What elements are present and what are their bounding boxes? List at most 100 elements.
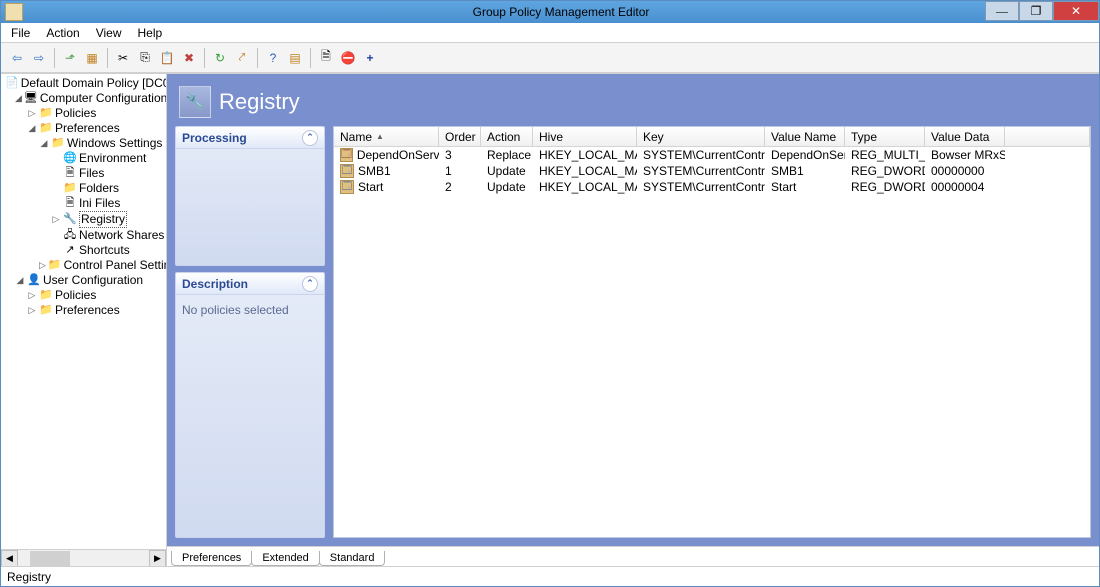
tree-label: Policies bbox=[55, 288, 96, 303]
expand-icon[interactable]: ▷ bbox=[51, 215, 61, 225]
back-button[interactable]: ⇦ bbox=[7, 48, 27, 68]
description-body: No policies selected bbox=[176, 295, 324, 537]
forward-button[interactable]: ⇨ bbox=[29, 48, 49, 68]
cell-hive: HKEY_LOCAL_MAC... bbox=[533, 164, 637, 178]
chevron-up-icon[interactable]: ⌃ bbox=[302, 130, 318, 146]
refresh-button[interactable]: ↻ bbox=[210, 48, 230, 68]
folder-icon: 📁 bbox=[39, 289, 53, 303]
tree-user-preferences[interactable]: ▷📁Preferences bbox=[27, 303, 166, 318]
stop-button[interactable]: ⛔ bbox=[338, 48, 358, 68]
tab-extended[interactable]: Extended bbox=[251, 551, 319, 566]
tab-preferences[interactable]: Preferences bbox=[171, 551, 252, 566]
tree-network-shares[interactable]: 🖧Network Shares bbox=[51, 228, 166, 243]
expand-icon[interactable]: ▷ bbox=[27, 291, 37, 301]
menu-view[interactable]: View bbox=[88, 24, 130, 42]
tree-policies[interactable]: ▷ 📁 Policies bbox=[27, 106, 166, 121]
expand-icon[interactable]: ▷ bbox=[39, 261, 46, 271]
window-controls: — ❐ ✕ bbox=[985, 1, 1099, 23]
expand-icon[interactable]: ▷ bbox=[27, 306, 37, 316]
list-body[interactable]: 🗔DependOnService3ReplaceHKEY_LOCAL_MAC..… bbox=[334, 147, 1090, 537]
copy-button[interactable]: ⎘ bbox=[135, 48, 155, 68]
scroll-thumb[interactable] bbox=[30, 551, 70, 566]
column-label: Name bbox=[340, 130, 372, 144]
column-key[interactable]: Key bbox=[637, 127, 765, 146]
collapse-icon[interactable]: ◢ bbox=[39, 139, 49, 149]
description-header[interactable]: Description ⌃ bbox=[176, 273, 324, 295]
tree-label: User Configuration bbox=[43, 273, 143, 288]
column-spacer bbox=[1005, 127, 1090, 146]
add-button[interactable]: + bbox=[360, 48, 380, 68]
menu-file[interactable]: File bbox=[3, 24, 38, 42]
tree-label: Ini Files bbox=[79, 196, 120, 211]
list-row[interactable]: 🗔Start2UpdateHKEY_LOCAL_MAC...SYSTEM\Cur… bbox=[334, 179, 1090, 195]
tree-registry[interactable]: ▷🔧Registry bbox=[51, 211, 166, 228]
side-panels: Processing ⌃ Description ⌃ No polic bbox=[175, 126, 325, 538]
cell-name: SMB1 bbox=[358, 164, 391, 178]
tree-environment[interactable]: 🌐Environment bbox=[51, 151, 166, 166]
tree-shortcuts[interactable]: ↗Shortcuts bbox=[51, 243, 166, 258]
processing-header[interactable]: Processing ⌃ bbox=[176, 127, 324, 149]
tree-horizontal-scrollbar[interactable]: ◀ ▶ bbox=[1, 549, 166, 566]
tree-folders[interactable]: 📁Folders bbox=[51, 181, 166, 196]
column-action[interactable]: Action bbox=[481, 127, 533, 146]
expand-icon[interactable]: ▷ bbox=[27, 109, 37, 119]
menu-action[interactable]: Action bbox=[38, 24, 87, 42]
properties-button[interactable]: ▤ bbox=[285, 48, 305, 68]
folder-icon: 📁 bbox=[51, 137, 65, 151]
column-value-data[interactable]: Value Data bbox=[925, 127, 1005, 146]
cell-value-data: 00000004 bbox=[925, 180, 1005, 194]
tree-files[interactable]: 🗎Files bbox=[51, 166, 166, 181]
cut-button[interactable]: ✂ bbox=[113, 48, 133, 68]
cell-type: REG_DWORD bbox=[845, 164, 925, 178]
help-button[interactable]: ? bbox=[263, 48, 283, 68]
tree-user-policies[interactable]: ▷📁Policies bbox=[27, 288, 166, 303]
tree-control-panel-settings[interactable]: ▷ 📁 Control Panel Settings bbox=[39, 258, 166, 273]
scroll-left-button[interactable]: ◀ bbox=[1, 550, 18, 567]
tree-user-configuration[interactable]: ◢ 👤 User Configuration bbox=[15, 273, 166, 288]
network-icon: 🖧 bbox=[63, 229, 77, 243]
list-row[interactable]: 🗔SMB11UpdateHKEY_LOCAL_MAC...SYSTEM\Curr… bbox=[334, 163, 1090, 179]
column-hive[interactable]: Hive bbox=[533, 127, 637, 146]
menu-help[interactable]: Help bbox=[130, 24, 171, 42]
folder-up-icon: ⬏ bbox=[65, 51, 75, 65]
column-label: Hive bbox=[539, 130, 563, 144]
list-row[interactable]: 🗔DependOnService3ReplaceHKEY_LOCAL_MAC..… bbox=[334, 147, 1090, 163]
paste-button[interactable]: 📋 bbox=[157, 48, 177, 68]
column-order[interactable]: Order bbox=[439, 127, 481, 146]
document-button[interactable]: 🗎 bbox=[316, 48, 336, 68]
tree-label: Windows Settings bbox=[67, 136, 162, 151]
column-label: Key bbox=[643, 130, 664, 144]
scroll-right-button[interactable]: ▶ bbox=[149, 550, 166, 567]
body: 📄 Default Domain Policy [DC02.C… ◢ 🖥 Com… bbox=[1, 73, 1099, 566]
minimize-button[interactable]: — bbox=[985, 1, 1019, 21]
tree-root[interactable]: 📄 Default Domain Policy [DC02.C… bbox=[3, 76, 166, 91]
tree-computer-configuration[interactable]: ◢ 🖥 Computer Configuration bbox=[15, 91, 166, 106]
up-button[interactable]: ⬏ bbox=[60, 48, 80, 68]
show-hide-tree-button[interactable]: ▦ bbox=[82, 48, 102, 68]
delete-button[interactable]: ✖ bbox=[179, 48, 199, 68]
separator-icon bbox=[107, 48, 108, 68]
tree-windows-settings[interactable]: ◢ 📁 Windows Settings bbox=[39, 136, 166, 151]
tree-label: Network Shares bbox=[79, 228, 164, 243]
delete-icon: ✖ bbox=[184, 51, 194, 65]
collapse-icon[interactable]: ◢ bbox=[27, 124, 37, 134]
close-button[interactable]: ✕ bbox=[1053, 1, 1099, 21]
cell-key: SYSTEM\CurrentControlS... bbox=[637, 148, 765, 162]
console-tree[interactable]: 📄 Default Domain Policy [DC02.C… ◢ 🖥 Com… bbox=[1, 74, 166, 549]
column-type[interactable]: Type bbox=[845, 127, 925, 146]
column-label: Value Data bbox=[931, 130, 989, 144]
tab-standard[interactable]: Standard bbox=[319, 551, 386, 566]
collapse-icon[interactable]: ◢ bbox=[15, 94, 22, 104]
cell-action: Update bbox=[481, 180, 533, 194]
cell-name: Start bbox=[358, 180, 383, 194]
tree-ini-files[interactable]: 🗎Ini Files bbox=[51, 196, 166, 211]
scroll-track[interactable] bbox=[18, 551, 149, 566]
column-name[interactable]: Name▲ bbox=[334, 127, 439, 146]
column-value-name[interactable]: Value Name bbox=[765, 127, 845, 146]
collapse-icon[interactable]: ◢ bbox=[15, 276, 25, 286]
chevron-up-icon[interactable]: ⌃ bbox=[302, 276, 318, 292]
tree-preferences[interactable]: ◢ 📁 Preferences bbox=[27, 121, 166, 136]
registry-item-icon: 🗔 bbox=[340, 148, 353, 162]
export-button[interactable]: ⤤ bbox=[232, 48, 252, 68]
maximize-button[interactable]: ❐ bbox=[1019, 1, 1053, 21]
